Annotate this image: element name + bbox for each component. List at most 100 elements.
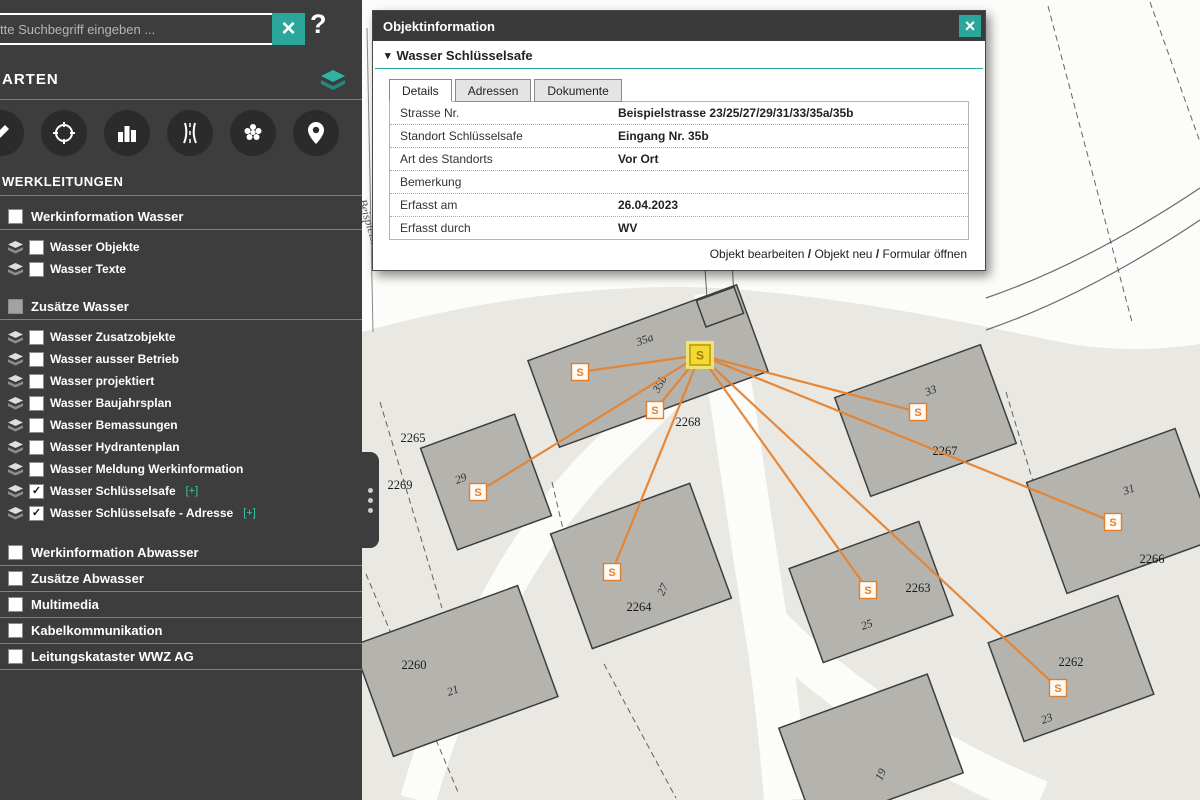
layer-checkbox[interactable]	[29, 330, 44, 345]
keysafe-marker[interactable]: S	[860, 582, 877, 599]
layer-section-header[interactable]: Zusätze Abwasser	[0, 566, 362, 592]
attribute-row: Standort SchlüsselsafeEingang Nr. 35b	[390, 125, 968, 148]
expand-plus-link[interactable]: [+]	[186, 485, 199, 497]
layer-stack-icon	[8, 441, 23, 454]
attribute-row: Art des StandortsVor Ort	[390, 148, 968, 171]
layer-checkbox[interactable]	[29, 374, 44, 389]
collapse-caret-icon[interactable]: ▾	[385, 49, 391, 62]
help-button[interactable]: ?	[310, 9, 327, 40]
section-checkbox[interactable]	[8, 623, 23, 638]
action-separator: /	[804, 247, 814, 261]
keysafe-marker[interactable]: S	[1050, 680, 1067, 697]
keysafe-marker-letter: S	[608, 567, 615, 579]
layer-label: Wasser Meldung Werkinformation	[50, 462, 243, 476]
keysafe-marker[interactable]: S	[572, 364, 589, 381]
attribute-value: 26.04.2023	[618, 198, 678, 212]
popup-tabs: DetailsAdressenDokumente	[389, 79, 985, 101]
roads-icon[interactable]	[167, 110, 213, 156]
action-link[interactable]: Formular öffnen	[883, 247, 968, 261]
layer-checkbox[interactable]	[29, 262, 44, 277]
measure-icon[interactable]	[41, 110, 87, 156]
section-checkbox[interactable]	[8, 571, 23, 586]
maps-header: ARTEN	[2, 71, 59, 88]
layer-label: Wasser Baujahrsplan	[50, 396, 172, 410]
layer-item[interactable]: Wasser ausser Betrieb	[0, 348, 362, 370]
layer-item[interactable]: ✓ Wasser Schlüsselsafe [+]	[0, 480, 362, 502]
tab-details[interactable]: Details	[389, 79, 452, 102]
layer-label: Wasser Zusatzobjekte	[50, 330, 176, 344]
layer-checkbox[interactable]	[29, 396, 44, 411]
layer-section-header[interactable]: Werkinformation Abwasser	[0, 540, 362, 566]
layer-checkbox[interactable]	[29, 440, 44, 455]
keysafe-marker[interactable]: S	[1105, 514, 1122, 531]
layer-label: Wasser projektiert	[50, 374, 154, 388]
building-number-label: 2264	[627, 600, 653, 614]
layer-label: Wasser Hydrantenplan	[50, 440, 180, 454]
popup-section-header[interactable]: ▾ Wasser Schlüsselsafe	[375, 41, 983, 69]
layers-icon[interactable]	[320, 69, 346, 96]
layer-item[interactable]: Wasser Hydrantenplan	[0, 436, 362, 458]
building-number-label: 2269	[388, 478, 413, 492]
search-clear-button[interactable]: ×	[272, 13, 305, 45]
layer-stack-icon	[8, 331, 23, 344]
keysafe-marker-letter: S	[1109, 517, 1116, 529]
layer-item[interactable]: Wasser Zusatzobjekte	[0, 326, 362, 348]
keysafe-marker-letter: S	[651, 405, 658, 417]
expand-plus-link[interactable]: [+]	[243, 507, 256, 519]
layer-section-header[interactable]: Werkinformation Wasser	[0, 204, 362, 230]
keysafe-marker[interactable]: S	[470, 484, 487, 501]
tab-adressen[interactable]: Adressen	[455, 79, 532, 102]
layer-item[interactable]: Wasser Meldung Werkinformation	[0, 458, 362, 480]
layer-stack-icon	[8, 263, 23, 276]
layer-item[interactable]: Wasser Texte	[0, 258, 362, 280]
layer-checkbox[interactable]	[29, 240, 44, 255]
action-link[interactable]: Objekt bearbeiten	[710, 247, 805, 261]
layer-section-header[interactable]: Kabelkommunikation	[0, 618, 362, 644]
section-checkbox[interactable]	[8, 299, 23, 314]
layer-item[interactable]: Wasser Objekte	[0, 236, 362, 258]
sidebar-collapse-handle[interactable]	[362, 452, 379, 548]
tab-dokumente[interactable]: Dokumente	[534, 79, 621, 102]
keysafe-marker[interactable]: S	[910, 404, 927, 421]
layer-section-header[interactable]: Leitungskataster WWZ AG	[0, 644, 362, 670]
layer-item[interactable]: ✓ Wasser Schlüsselsafe - Adresse [+]	[0, 502, 362, 524]
layer-checkbox[interactable]	[29, 418, 44, 433]
keysafe-marker[interactable]: S	[604, 564, 621, 581]
section-label: Werkinformation Wasser	[31, 209, 183, 224]
layer-checkbox[interactable]	[29, 352, 44, 367]
action-link[interactable]: Objekt neu	[814, 247, 872, 261]
selected-keysafe-marker[interactable]: S	[686, 341, 714, 369]
layer-checkbox[interactable]: ✓	[29, 506, 44, 521]
section-checkbox[interactable]	[8, 545, 23, 560]
layer-label: Wasser Texte	[50, 262, 126, 276]
layer-stack-icon	[8, 463, 23, 476]
layer-stack-icon	[8, 419, 23, 432]
close-icon[interactable]: ×	[959, 15, 981, 37]
keysafe-marker[interactable]: S	[647, 402, 664, 419]
layer-checkbox[interactable]: ✓	[29, 484, 44, 499]
search-input[interactable]	[0, 13, 278, 45]
layer-label: Wasser Schlüsselsafe	[50, 484, 176, 498]
section-checkbox[interactable]	[8, 649, 23, 664]
section-checkbox[interactable]	[8, 209, 23, 224]
parks-icon[interactable]	[230, 110, 276, 156]
layer-section-header[interactable]: Multimedia	[0, 592, 362, 618]
attribute-label: Bemerkung	[400, 175, 618, 189]
layer-section-header[interactable]: Zusätze Wasser	[0, 294, 362, 320]
section-checkbox[interactable]	[8, 597, 23, 612]
layer-item[interactable]: Wasser Baujahrsplan	[0, 392, 362, 414]
attribute-value: Vor Ort	[618, 152, 658, 166]
layer-item[interactable]: Wasser Bemassungen	[0, 414, 362, 436]
info-pin-icon[interactable]	[293, 110, 339, 156]
layer-label: Wasser Schlüsselsafe - Adresse	[50, 506, 233, 520]
layer-stack-icon	[8, 485, 23, 498]
layer-item[interactable]: Wasser projektiert	[0, 370, 362, 392]
city-icon[interactable]	[104, 110, 150, 156]
attribute-label: Erfasst am	[400, 198, 618, 212]
layer-checkbox[interactable]	[29, 462, 44, 477]
building-number-label: 2265	[401, 431, 426, 445]
attribute-row: Erfasst am26.04.2023	[390, 194, 968, 217]
attribute-row: Strasse Nr.Beispielstrasse 23/25/27/29/3…	[390, 102, 968, 125]
popup-header[interactable]: Objektinformation ×	[373, 11, 985, 41]
pencil-icon[interactable]	[0, 110, 24, 156]
